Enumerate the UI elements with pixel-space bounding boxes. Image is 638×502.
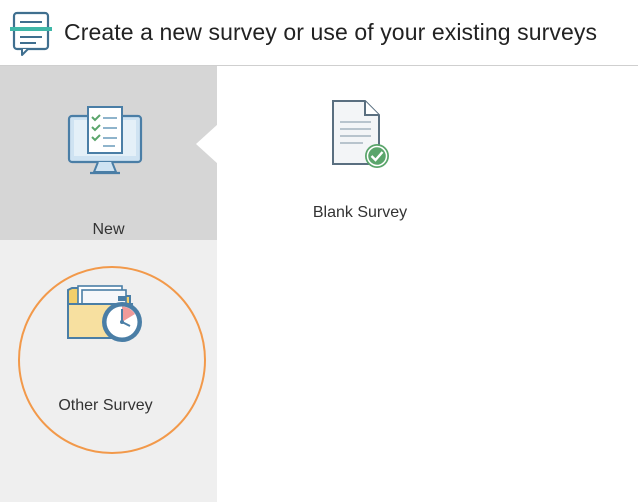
sidebar-item-label: New (92, 221, 125, 238)
main-content: Blank Survey (217, 66, 638, 502)
document-check-icon (332, 100, 389, 168)
sidebar-item-label: Other Survey (58, 397, 153, 414)
survey-form-icon (10, 11, 52, 56)
page-header: Create a new survey or use of your exist… (0, 0, 638, 66)
page-title: Create a new survey or use of your exist… (64, 19, 598, 45)
sidebar: New Other Survey (0, 66, 218, 502)
monitor-checklist-icon (67, 106, 143, 175)
sidebar-item-new[interactable]: New (0, 66, 218, 240)
tile-label: Blank Survey (312, 204, 408, 221)
blank-survey-tile[interactable]: Blank Survey (285, 94, 435, 234)
sidebar-item-other-survey[interactable]: Other Survey (0, 240, 217, 502)
active-indicator-arrow (196, 124, 218, 164)
folder-timer-icon (67, 285, 142, 342)
